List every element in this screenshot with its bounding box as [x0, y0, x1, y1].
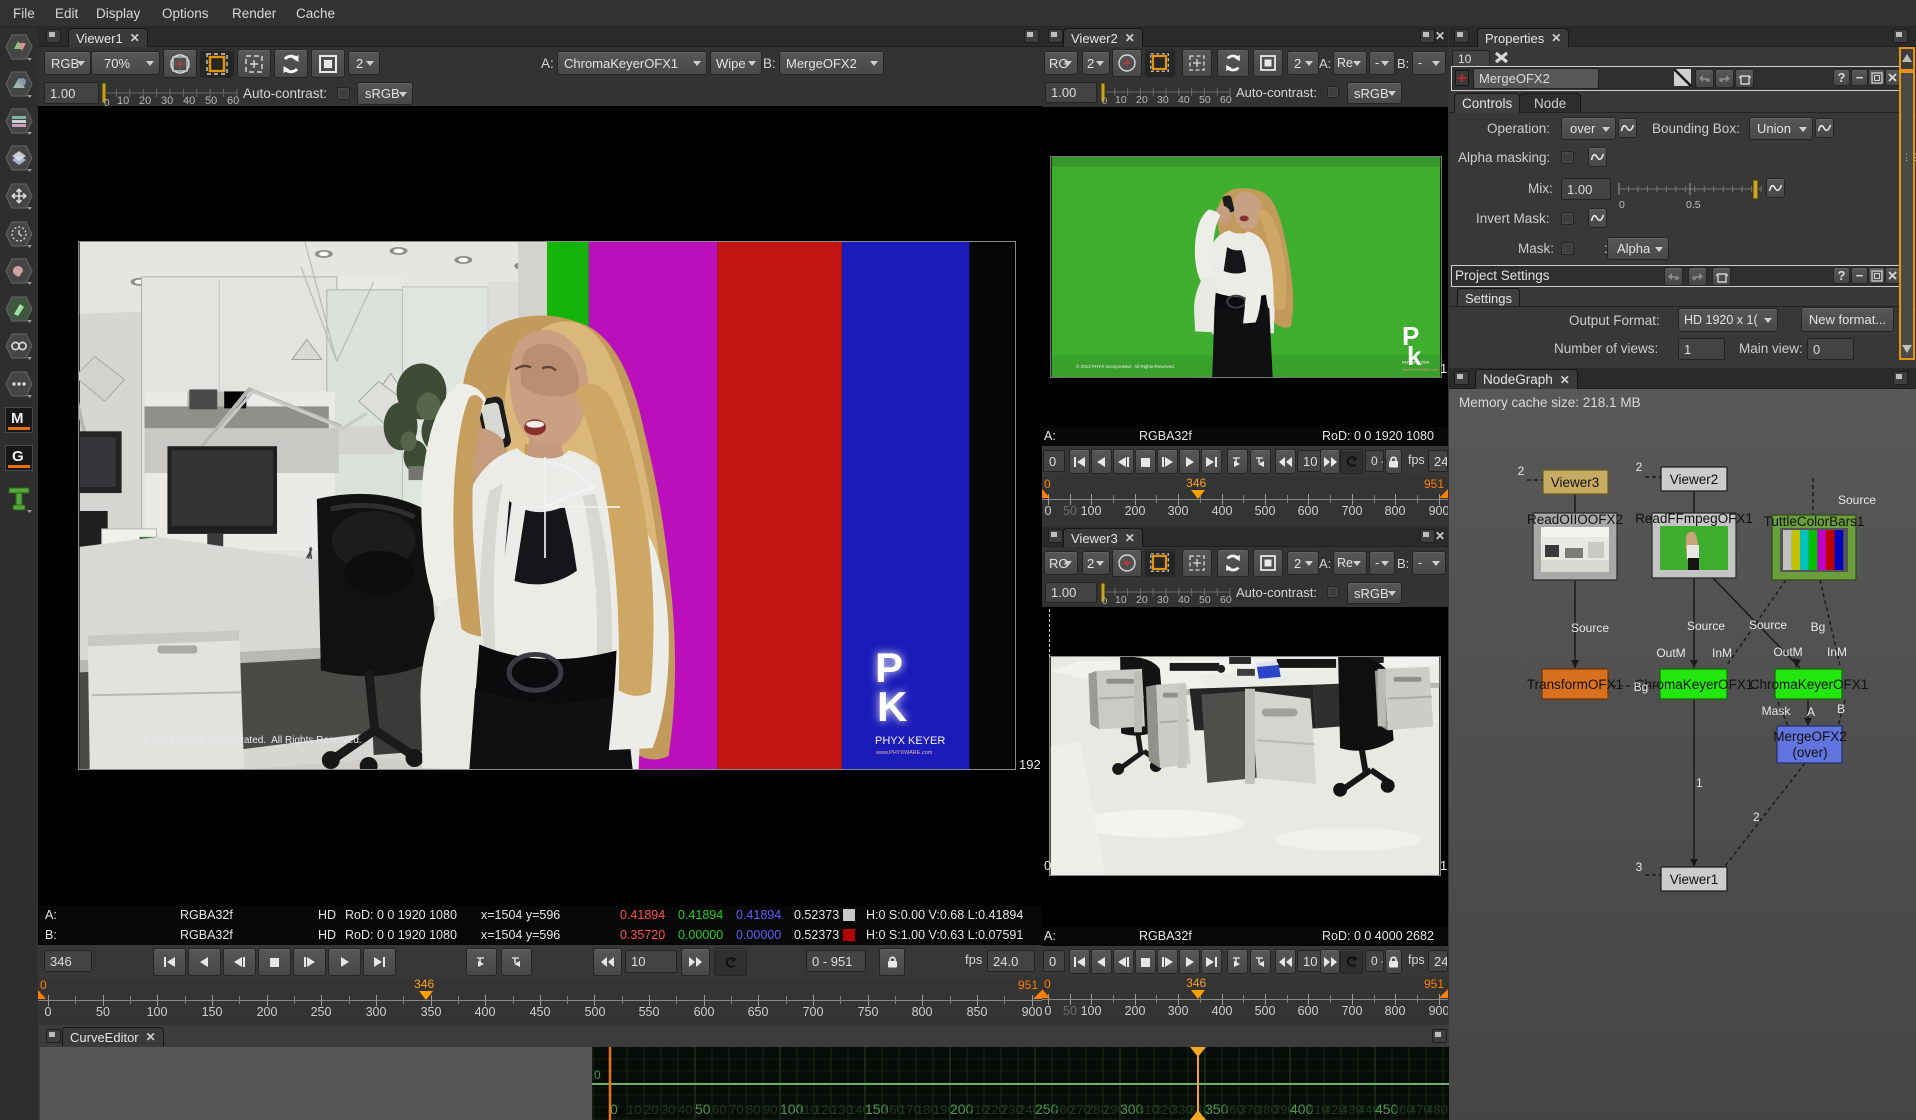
svg-text:ReadFFmpegOFX1: ReadFFmpegOFX1 — [1635, 511, 1753, 526]
svg-text:480: 480 — [1426, 1102, 1448, 1117]
svg-text:2: 2 — [1518, 464, 1525, 478]
svg-text:B: B — [1837, 702, 1845, 716]
svg-text:20: 20 — [644, 1102, 658, 1117]
svg-text:OutM: OutM — [1656, 646, 1685, 660]
svg-text:OutM: OutM — [1773, 645, 1802, 659]
svg-text:ReadOIIOOFX2: ReadOIIOOFX2 — [1527, 512, 1623, 527]
svg-text:Viewer1: Viewer1 — [1670, 872, 1719, 887]
svg-text:Source: Source — [1838, 493, 1876, 507]
svg-text:Bg: Bg — [1634, 680, 1649, 694]
svg-text:(over): (over) — [1792, 745, 1827, 760]
svg-text:Memory cache size: 218.1 MB: Memory cache size: 218.1 MB — [1459, 395, 1641, 410]
svg-text:90: 90 — [763, 1102, 777, 1117]
svg-text:Source: Source — [1749, 618, 1787, 632]
svg-text:Viewer2: Viewer2 — [1670, 472, 1719, 487]
svg-text:1: 1 — [1696, 776, 1703, 790]
svg-text:Bg: Bg — [1811, 620, 1826, 634]
svg-text:InM: InM — [1827, 645, 1847, 659]
svg-text:ChromaKeyerOFX1: ChromaKeyerOFX1 — [1635, 677, 1754, 692]
svg-text:10: 10 — [627, 1102, 641, 1117]
svg-text:2: 2 — [1753, 810, 1760, 824]
svg-text:ChromaKeyerOFX1: ChromaKeyerOFX1 — [1750, 677, 1869, 692]
svg-text:Source: Source — [1571, 621, 1609, 635]
svg-text:50: 50 — [695, 1101, 711, 1117]
svg-text:60: 60 — [712, 1102, 726, 1117]
svg-text:2: 2 — [1636, 460, 1643, 474]
svg-text:MergeOFX2: MergeOFX2 — [1773, 729, 1847, 744]
svg-text:40: 40 — [678, 1102, 692, 1117]
svg-text:A: A — [1807, 705, 1815, 719]
svg-text:0: 0 — [594, 1068, 601, 1082]
svg-text:30: 30 — [661, 1102, 675, 1117]
svg-text:TuttleColorBars1: TuttleColorBars1 — [1764, 514, 1865, 529]
svg-text:TransformOFX1: TransformOFX1 — [1527, 677, 1623, 692]
svg-text:3: 3 — [1636, 860, 1643, 874]
svg-text:Viewer3: Viewer3 — [1551, 475, 1600, 490]
svg-text:Source: Source — [1687, 619, 1725, 633]
svg-text:Mask: Mask — [1762, 704, 1792, 718]
svg-text:70: 70 — [729, 1102, 743, 1117]
svg-text:InM: InM — [1712, 646, 1732, 660]
svg-text:80: 80 — [746, 1102, 760, 1117]
